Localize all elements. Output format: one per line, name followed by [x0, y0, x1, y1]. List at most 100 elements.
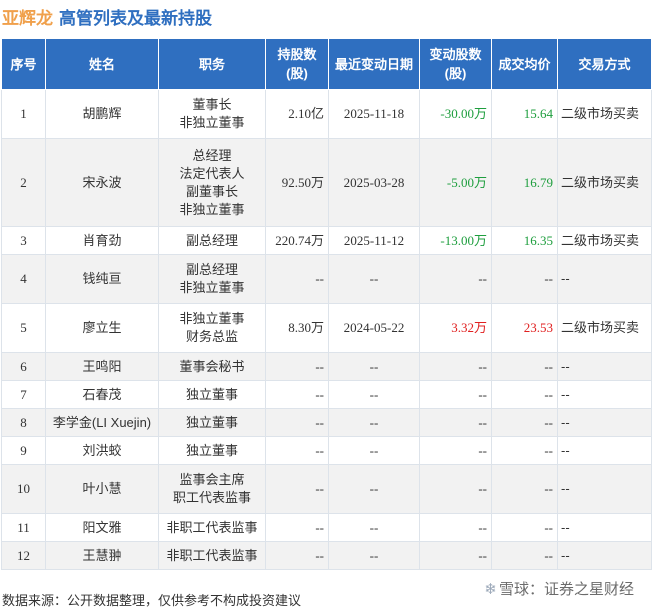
name-cell-text: 叶小慧	[82, 481, 122, 496]
role-text: 职工代表监事	[172, 490, 251, 505]
role-text: 总经理	[192, 147, 232, 163]
shares-cell-text: 8.30万	[288, 320, 324, 335]
name-cell-text: 廖立生	[82, 320, 122, 335]
change-cell-text: --	[478, 414, 487, 430]
price-cell: --	[491, 513, 558, 542]
method-cell-text: --	[561, 358, 570, 374]
method-cell: --	[557, 408, 652, 437]
date-cell-text: 2024-05-22	[343, 320, 405, 335]
method-cell: --	[557, 464, 652, 514]
row-index-cell: 11	[1, 513, 46, 542]
role-cell: 非职工代表监事	[158, 513, 266, 542]
change-cell: -13.00万	[419, 226, 492, 255]
row-index-cell: 9	[1, 436, 46, 465]
row-index-cell-text: 2	[20, 174, 27, 190]
row-index-cell-text: 3	[20, 232, 27, 248]
method-cell-text: --	[561, 271, 570, 286]
price-cell-text: 16.79	[523, 174, 553, 190]
row-index-cell-text: 6	[20, 358, 27, 374]
date-cell-text: 2025-11-12	[343, 232, 405, 248]
role-text: 法定代表人	[179, 165, 245, 181]
method-cell-text: 二级市场买卖	[561, 232, 640, 248]
change-cell-text: -13.00万	[440, 232, 487, 248]
row-index-cell: 7	[1, 380, 46, 409]
change-cell: --	[419, 436, 492, 465]
shares-cell-text: --	[315, 442, 324, 458]
row-index-cell-text: 5	[20, 320, 27, 335]
shares-cell: 92.50万	[265, 138, 329, 227]
table-row: 8 李学金(LI Xuejin) 独立董事 -- -- -- -- --	[1, 408, 652, 437]
executives-table: 序号 姓名 职务 持股数 (股) 最近变动日期 变动股数 (股) 成交均价 交易方式 1 胡鹏辉 董事…	[1, 38, 652, 570]
shares-cell: 8.30万	[265, 303, 329, 353]
price-cell-text: 23.53	[523, 320, 553, 335]
change-cell: --	[419, 541, 492, 570]
row-index-cell-text: 8	[20, 414, 27, 430]
change-cell: --	[419, 464, 492, 514]
shares-cell-text: --	[315, 358, 324, 374]
role-text: 非职工代表监事	[166, 519, 258, 535]
data-source-note: 数据来源：公开数据整理，仅供参考不构成投资建议	[2, 593, 302, 608]
row-index-cell-text: 10	[17, 481, 30, 496]
price-cell: --	[491, 408, 558, 437]
name-cell-text: 宋永波	[82, 174, 122, 190]
change-cell: --	[419, 380, 492, 409]
shares-cell: 220.74万	[265, 226, 329, 255]
change-cell: --	[419, 352, 492, 381]
shares-cell-text: 220.74万	[275, 232, 324, 248]
price-cell-text: --	[544, 481, 553, 496]
shares-cell: --	[265, 408, 329, 437]
name-cell: 王慧翀	[45, 541, 159, 570]
column-header: 成交均价	[491, 38, 558, 90]
company-name: 亚辉龙	[2, 9, 53, 28]
date-cell-text: --	[369, 442, 379, 458]
role-cell: 独立董事	[158, 436, 266, 465]
table-row: 1 胡鹏辉 董事长 非独立董事 2.10亿 2025-11-18 -30.00万 15.64 二…	[1, 89, 652, 139]
change-cell-text: --	[478, 358, 487, 374]
title-text: 高管列表及最新持股	[59, 9, 212, 28]
row-index-cell: 5	[1, 303, 46, 353]
change-cell-text: --	[478, 442, 487, 458]
method-cell: --	[557, 513, 652, 542]
date-cell: --	[328, 541, 420, 570]
role-cell: 董事长 非独立董事	[158, 89, 266, 139]
role-text: 非独立董事	[179, 115, 245, 130]
shares-cell: --	[265, 254, 329, 304]
table-row: 6 王鸣阳 董事会秘书 -- -- -- -- --	[1, 352, 652, 381]
method-cell-text: --	[561, 414, 570, 430]
role-cell: 董事会秘书	[158, 352, 266, 381]
date-cell: 2025-03-28	[328, 138, 420, 227]
role-text: 非独立董事	[179, 201, 245, 217]
name-cell-text: 石春茂	[82, 386, 122, 402]
price-cell-text: --	[544, 358, 553, 374]
shares-cell-text: --	[315, 414, 324, 430]
price-cell: --	[491, 436, 558, 465]
price-cell: --	[491, 464, 558, 514]
role-cell: 监事会主席 职工代表监事	[158, 464, 266, 514]
name-cell: 王鸣阳	[45, 352, 159, 381]
role-text: 董事长	[192, 97, 232, 112]
date-cell: --	[328, 380, 420, 409]
role-cell: 副总经理 非独立董事	[158, 254, 266, 304]
role-text: 副总经理	[185, 262, 238, 277]
role-text: 非独立董事	[179, 280, 245, 295]
price-cell: --	[491, 352, 558, 381]
change-cell-text: -30.00万	[440, 106, 487, 121]
row-index-cell-text: 11	[17, 519, 30, 535]
table-row: 10 叶小慧 监事会主席 职工代表监事 -- -- -- -- --	[1, 464, 652, 514]
shares-cell-text: 2.10亿	[288, 106, 324, 121]
role-cell: 副总经理	[158, 226, 266, 255]
change-cell-text: --	[478, 481, 487, 496]
shares-cell: --	[265, 541, 329, 570]
column-header: 交易方式	[557, 38, 652, 90]
role-text: 财务总监	[185, 329, 238, 344]
name-cell-text: 肖育劲	[82, 232, 122, 248]
role-cell: 独立董事	[158, 408, 266, 437]
price-cell: --	[491, 254, 558, 304]
row-index-cell: 10	[1, 464, 46, 514]
price-cell: 16.35	[491, 226, 558, 255]
column-header: 持股数 (股)	[265, 38, 329, 90]
change-cell: 3.32万	[419, 303, 492, 353]
date-cell-text: 2025-03-28	[343, 174, 405, 190]
method-cell: --	[557, 380, 652, 409]
table-row: 5 廖立生 非独立董事 财务总监 8.30万 2024-05-22 3.32万 23.53 二级…	[1, 303, 652, 353]
